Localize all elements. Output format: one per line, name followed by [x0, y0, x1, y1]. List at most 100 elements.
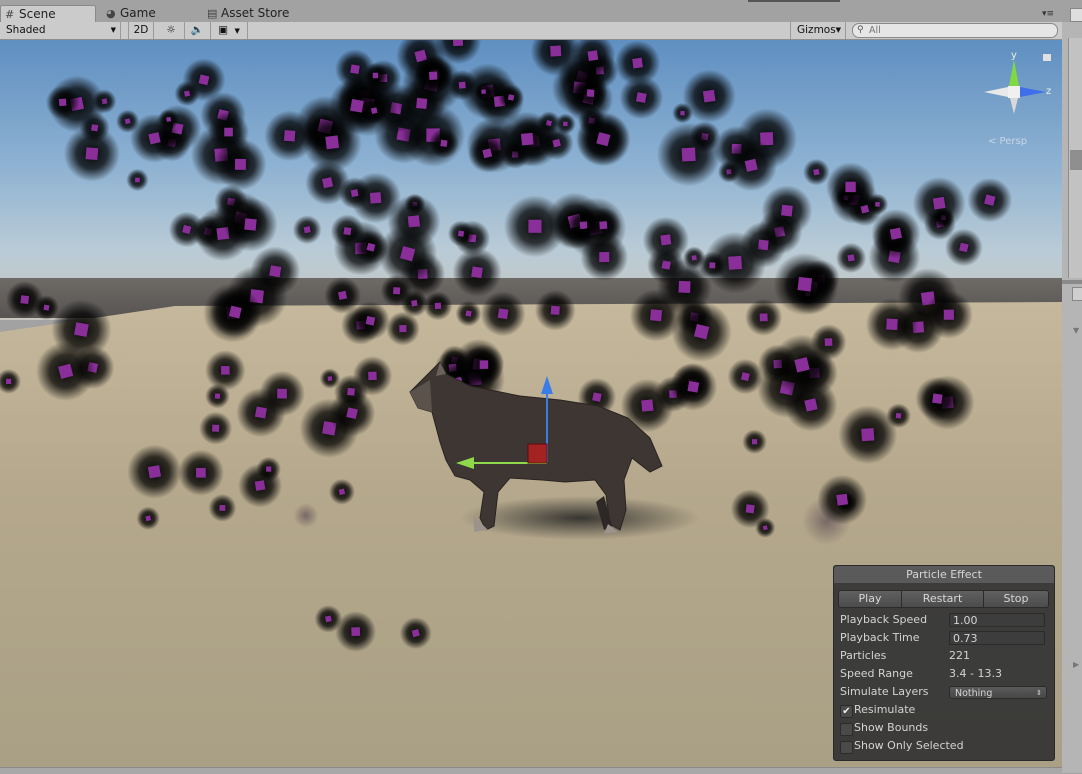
gizmo-z-label: z [1046, 86, 1051, 97]
lock-icon[interactable] [1043, 54, 1051, 61]
particle-core [889, 227, 902, 240]
particle-core [266, 466, 272, 472]
collapsed-panel-tab[interactable] [1070, 8, 1082, 22]
particle-core [440, 139, 448, 147]
particle-core [74, 322, 89, 337]
particle-core [434, 302, 442, 310]
particle-core [895, 412, 902, 419]
tab-asset-store[interactable]: ▤ Asset Store [203, 5, 321, 22]
particle-core [563, 121, 568, 127]
particles-value: 221 [949, 649, 970, 662]
2d-mode-label: 2D [133, 24, 149, 36]
particle-core [283, 130, 296, 142]
tab-game[interactable]: ◕ Game [102, 5, 180, 22]
playback-speed-label: Playback Speed [840, 613, 928, 626]
particle-core [91, 124, 99, 132]
particle-core [660, 234, 672, 246]
panel-separator[interactable] [1062, 280, 1082, 284]
playback-time-field[interactable]: 0.73 [949, 631, 1045, 645]
particle-core [680, 110, 685, 116]
particle-core [797, 276, 813, 292]
tab-asset-store-label: Asset Store [221, 6, 290, 20]
y-axis-arrow[interactable] [541, 376, 553, 394]
show-bounds-checkbox[interactable] [840, 723, 853, 736]
playback-speed-field[interactable]: 1.00 [949, 613, 1045, 627]
particle-core [861, 428, 875, 442]
show-only-selected-checkbox[interactable] [840, 741, 853, 754]
scene-audio-toggle[interactable]: 🔈 [184, 22, 211, 39]
tab-scene[interactable]: # Scene [0, 5, 96, 23]
shading-mode-label: Shaded [6, 24, 46, 36]
gizmos-label: Gizmos [797, 24, 836, 36]
particle-core [343, 227, 352, 236]
particle-core [234, 158, 247, 170]
particle-core [428, 71, 438, 81]
particle-core [886, 318, 898, 331]
chevron-updown-icon: ⇕ [1036, 689, 1042, 697]
z-axis-cone[interactable] [1020, 87, 1046, 97]
shading-mode-dropdown[interactable]: Shaded ▼ [0, 22, 121, 39]
checkmark-icon: ✔ [842, 706, 851, 717]
particle-core [932, 393, 943, 404]
particle-core [497, 308, 509, 320]
scene-toolbar: Shaded ▼ 2D ☼ 🔈 ▣ ▼ Gizmos ▼ ⚲ [0, 22, 1070, 40]
particle-core [269, 265, 282, 278]
particle-core [148, 132, 161, 145]
particle-core [507, 94, 515, 101]
resimulate-label: Resimulate [854, 703, 916, 716]
scene-orientation-gizmo[interactable]: y z < Persp [984, 50, 1051, 147]
particle-core [728, 255, 743, 270]
simulate-layers-dropdown[interactable]: Nothing ⇕ [949, 686, 1047, 699]
scene-lighting-toggle[interactable]: ☼ [158, 22, 185, 39]
speed-range-value: 3.4 - 13.3 [949, 667, 1002, 680]
shopping-bag-icon: ▤ [207, 7, 218, 20]
particle-core [465, 310, 472, 317]
gizmo-y-label: y [1011, 50, 1017, 61]
particle-core [780, 204, 793, 217]
scene-effects-toggle[interactable]: ▣ ▼ [211, 22, 248, 39]
collapsed-panel-tab-2[interactable] [1072, 287, 1082, 301]
particle-core [550, 305, 560, 315]
triangle-down-icon[interactable]: ▼ [1073, 326, 1079, 335]
particle-core [393, 287, 401, 295]
particle-core [751, 439, 758, 445]
window-top-strip [748, 0, 840, 2]
simulate-layers-value: Nothing [955, 688, 993, 699]
projection-label[interactable]: < Persp [988, 136, 1027, 147]
particle-core [452, 40, 464, 47]
particle-core [221, 366, 230, 375]
gizmos-dropdown[interactable]: Gizmos ▼ [790, 22, 846, 39]
show-only-selected-label: Show Only Selected [854, 739, 964, 752]
particle-core [20, 295, 30, 304]
search-input[interactable] [869, 24, 1049, 37]
particle-core [943, 309, 954, 320]
x-axis-cone[interactable] [984, 87, 1008, 97]
search-field[interactable]: ⚲ [852, 23, 1058, 38]
tab-scene-label: Scene [19, 7, 56, 21]
particle-core [579, 221, 588, 230]
particle-core [587, 50, 599, 62]
scrollbar-thumb[interactable] [1070, 150, 1082, 170]
particle-core [550, 45, 562, 57]
z-plane-handle[interactable] [527, 443, 548, 464]
resimulate-checkbox[interactable]: ✔ [840, 705, 853, 718]
stop-button[interactable]: Stop [983, 590, 1049, 608]
play-button[interactable]: Play [838, 590, 902, 608]
scene-viewport[interactable]: y z < Persp Particle Effect Play Restart… [0, 40, 1062, 767]
particle-core [813, 168, 820, 176]
particle-core [372, 72, 379, 79]
restart-button[interactable]: Restart [901, 590, 984, 608]
particle-core [586, 89, 595, 98]
particle-core [277, 388, 287, 399]
tab-menu-icon[interactable]: ▾≡ [1042, 9, 1054, 19]
particle-core [5, 378, 12, 385]
particle-core [351, 627, 361, 637]
particle-core [650, 309, 663, 322]
particle-core [254, 480, 266, 491]
2d-mode-button[interactable]: 2D [128, 22, 154, 39]
show-bounds-label: Show Bounds [854, 721, 929, 734]
particle-core [212, 424, 220, 432]
speed-range-label: Speed Range [840, 667, 913, 680]
triangle-right-icon[interactable]: ▶ [1073, 660, 1079, 669]
particle-core [632, 57, 643, 69]
